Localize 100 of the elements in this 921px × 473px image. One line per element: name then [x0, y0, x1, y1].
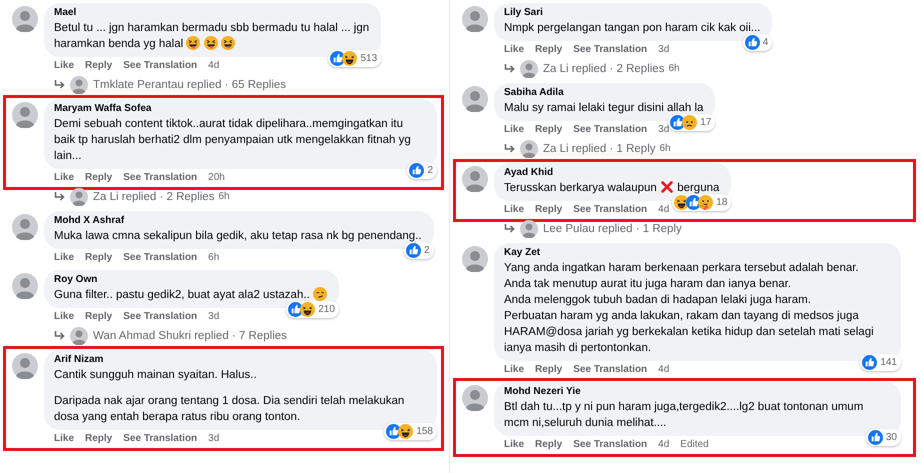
action-link[interactable]: See Translation [573, 123, 648, 137]
action-link[interactable]: Reply [535, 438, 562, 452]
reaction-badge[interactable]: 141 [860, 354, 901, 371]
action-link[interactable]: Reply [85, 432, 112, 446]
action-link[interactable]: See Translation [573, 203, 648, 217]
action-link[interactable]: Like [504, 203, 524, 217]
avatar-icon[interactable] [462, 166, 488, 192]
action-link[interactable]: Reply [85, 59, 112, 73]
replies-link[interactable]: Za Li replied · 2 Replies [543, 60, 664, 78]
comment-time[interactable]: 3d [658, 123, 670, 137]
comment-time[interactable]: 4d [208, 59, 220, 73]
avatar-icon[interactable] [520, 140, 538, 158]
avatar-icon[interactable] [462, 6, 488, 32]
action-link[interactable]: Like [504, 438, 524, 452]
comment-time[interactable]: 3d [208, 432, 220, 446]
action-link[interactable]: See Translation [123, 310, 198, 324]
avatar-icon[interactable] [70, 327, 88, 345]
avatar-icon[interactable] [12, 273, 38, 299]
action-link[interactable]: Like [54, 251, 74, 265]
action-link[interactable]: Reply [85, 251, 112, 265]
commenter-name[interactable]: Mael [54, 6, 370, 20]
reply-time: 6h [660, 142, 671, 156]
comment-text: Yang anda ingatkan haram berkenaan perkara tersebut adalah benar. [504, 262, 859, 274]
replies-link[interactable]: Tmklate Perantau replied · 65 Replies [93, 76, 286, 94]
action-link[interactable]: See Translation [123, 432, 198, 446]
avatar-icon[interactable] [70, 188, 88, 206]
action-link[interactable]: See Translation [123, 251, 198, 265]
comment-time[interactable]: 4d [658, 438, 670, 452]
comment-text: Muka lawa cmna sekalipun bila gedik, aku tetap rasa nk bg penendang.. [54, 230, 422, 242]
commenter-name[interactable]: Kay Zet [504, 246, 889, 260]
action-link[interactable]: See Translation [573, 363, 648, 377]
action-link[interactable]: Reply [535, 43, 562, 57]
action-link[interactable]: Like [504, 43, 524, 57]
comment-text: Perbuatan haram yg anda lakukan, rakam dan tayang di medsos juga HARAM@dosa jariah yg berkekalan ketika hidup dan setelah mati selagi ianya masih di pertontonkan. [504, 310, 874, 354]
commenter-name[interactable]: Ayad Khid [504, 166, 720, 180]
action-link[interactable]: See Translation [123, 59, 198, 73]
comment-time[interactable]: 4d [658, 203, 670, 217]
action-link[interactable]: Reply [535, 203, 562, 217]
avatar-icon[interactable] [462, 246, 488, 272]
reply-arrow-icon [54, 192, 65, 202]
reaction-badge[interactable]: 4 [742, 34, 772, 51]
replies-link[interactable]: Za Li replied · 1 Reply [543, 140, 656, 158]
reaction-badge[interactable]: 2 [404, 242, 434, 259]
avatar-icon[interactable] [462, 385, 488, 411]
comment-text: Guna filter.. pastu gedik2, buat ayat ala2 ustazah.. [54, 289, 310, 301]
commenter-name[interactable]: Sabiha Adila [504, 86, 704, 100]
reaction-badge[interactable]: 513 [328, 50, 382, 67]
avatar-icon[interactable] [12, 6, 38, 32]
commenter-name[interactable]: Roy Own [54, 273, 327, 287]
reply-arrow-icon [504, 224, 515, 234]
reply-time: 6h [668, 62, 680, 76]
avatar-icon[interactable] [520, 60, 538, 78]
reply-time: 6h [218, 190, 230, 204]
comment-text: Anda tak menutup aurat itu juga haram dan ianya benar. [504, 278, 792, 290]
action-link[interactable]: Like [504, 123, 524, 137]
comment-text: Malu sy ramai lelaki tegur disini allah la [504, 102, 704, 114]
action-link[interactable]: See Translation [123, 171, 198, 185]
avatar-icon[interactable] [12, 102, 38, 128]
commenter-name[interactable]: Arif Nizam [54, 353, 425, 367]
reaction-badge[interactable]: 30 [866, 429, 901, 446]
edited-label: Edited [680, 438, 709, 452]
reaction-badge[interactable]: 210 [286, 301, 339, 318]
reaction-badge[interactable]: 18 [672, 194, 732, 211]
action-link[interactable]: See Translation [573, 438, 648, 452]
commenter-name[interactable]: Mohd Nezeri Yie [504, 385, 889, 399]
avatar-icon[interactable] [520, 220, 538, 238]
comment-time[interactable]: 3d [658, 43, 670, 57]
avatar-icon[interactable] [462, 86, 488, 112]
commenter-name[interactable]: Mohd X Ashraf [54, 214, 422, 228]
action-link[interactable]: Like [54, 59, 74, 73]
comment-text: Nmpk pergelangan tangan pon haram cik kak oii... [504, 22, 760, 34]
replies-link[interactable]: Wan Ahmad Shukri replied · 7 Replies [93, 327, 287, 345]
action-link[interactable]: Like [54, 432, 74, 446]
replies-link[interactable]: Za Li replied · 2 Replies [93, 188, 214, 206]
reply-arrow-icon [504, 144, 515, 154]
action-link[interactable]: See Translation [573, 43, 648, 57]
reaction-badge[interactable]: 158 [384, 423, 437, 440]
comment-time[interactable]: 4d [658, 363, 670, 377]
avatar-icon[interactable] [12, 353, 38, 379]
comment-time[interactable]: 3d [208, 310, 220, 324]
avatar-icon[interactable] [70, 76, 88, 94]
action-link[interactable]: Reply [85, 171, 112, 185]
action-link[interactable]: Like [54, 171, 74, 185]
action-link[interactable]: Reply [535, 123, 562, 137]
action-link[interactable]: Like [504, 363, 524, 377]
replies-link[interactable]: Lee Pulau replied · 1 Reply [543, 220, 682, 238]
action-link[interactable]: Reply [85, 310, 112, 324]
action-link[interactable]: Reply [535, 363, 562, 377]
comment-text: Btl dah tu...tp y ni pun haram juga,tergedik2....lg2 buat tontonan umum mcm ni,seluruh dunia melihat.... [504, 401, 864, 429]
commenter-name[interactable]: Maryam Waffa Sofea [54, 102, 425, 116]
commenter-name[interactable]: Lily Sari [504, 6, 760, 20]
comment-text: Terusskan berkarya walaupun [504, 182, 657, 194]
reply-arrow-icon [54, 331, 65, 341]
avatar-icon[interactable] [12, 214, 38, 240]
reaction-badge[interactable]: 17 [668, 114, 716, 131]
comment-text: Anda melenggok tubuh badan di hadapan lelaki juga haram. [504, 294, 811, 306]
comment-time[interactable]: 20h [208, 171, 225, 185]
comment-time[interactable]: 6h [208, 251, 220, 265]
reaction-badge[interactable]: 2 [407, 162, 437, 179]
action-link[interactable]: Like [54, 310, 74, 324]
